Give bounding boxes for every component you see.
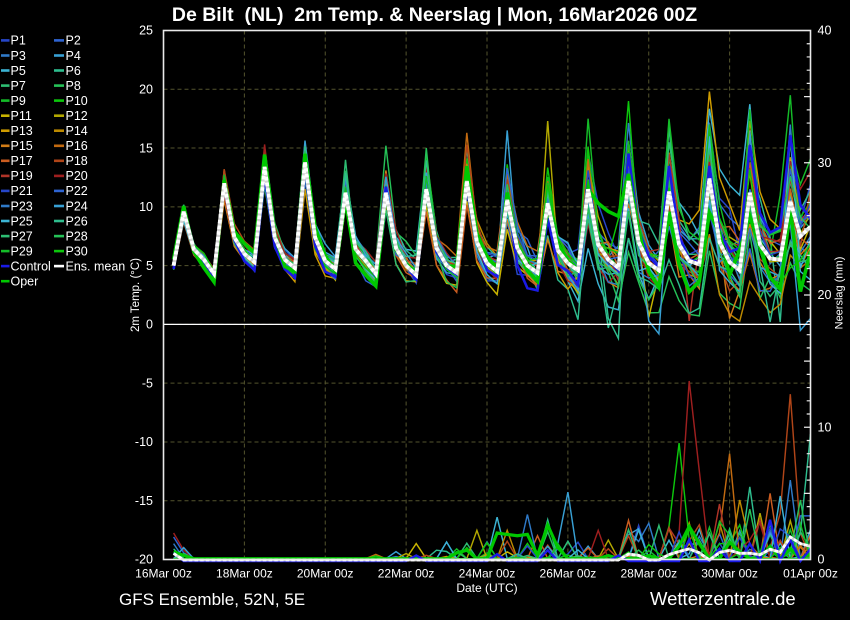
svg-text:Oper: Oper <box>11 275 39 289</box>
svg-text:Wetterzentrale.de: Wetterzentrale.de <box>650 588 796 609</box>
svg-text:Date (UTC): Date (UTC) <box>456 581 517 595</box>
svg-text:-10: -10 <box>135 435 153 449</box>
svg-text:De Bilt (NL) 2m Temp. & Neer: De Bilt (NL) 2m Temp. & Neerslag | Mon, … <box>172 4 697 26</box>
svg-text:P1: P1 <box>11 34 26 48</box>
svg-text:20: 20 <box>818 288 832 302</box>
svg-text:-5: -5 <box>142 376 153 390</box>
svg-text:P12: P12 <box>66 109 88 123</box>
svg-text:0: 0 <box>146 318 153 332</box>
svg-text:P5: P5 <box>11 64 26 78</box>
svg-text:-20: -20 <box>135 553 153 567</box>
svg-text:P7: P7 <box>11 79 26 93</box>
svg-text:GFS Ensemble, 52N, 5E: GFS Ensemble, 52N, 5E <box>119 590 305 609</box>
svg-text:P20: P20 <box>66 169 88 183</box>
svg-text:30: 30 <box>818 156 832 170</box>
svg-text:P25: P25 <box>11 214 33 228</box>
svg-text:P21: P21 <box>11 184 33 198</box>
svg-text:P18: P18 <box>66 154 88 168</box>
svg-text:P2: P2 <box>66 34 81 48</box>
svg-text:P23: P23 <box>11 199 33 213</box>
svg-text:20Mar 00z: 20Mar 00z <box>297 567 354 581</box>
svg-text:18Mar 00z: 18Mar 00z <box>216 567 273 581</box>
svg-text:15: 15 <box>139 141 153 155</box>
svg-text:P10: P10 <box>66 94 88 108</box>
svg-text:25: 25 <box>139 24 153 38</box>
svg-text:22Mar 00z: 22Mar 00z <box>378 567 435 581</box>
svg-text:2m Temp. (°C): 2m Temp. (°C) <box>130 258 142 332</box>
svg-text:P30: P30 <box>66 244 88 258</box>
svg-text:P4: P4 <box>66 49 81 63</box>
svg-text:20: 20 <box>139 83 153 97</box>
svg-text:P13: P13 <box>11 124 33 138</box>
svg-text:40: 40 <box>818 24 832 38</box>
svg-text:P16: P16 <box>66 139 88 153</box>
svg-text:26Mar 00z: 26Mar 00z <box>540 567 597 581</box>
svg-text:P11: P11 <box>11 109 32 123</box>
svg-text:P9: P9 <box>11 94 26 108</box>
svg-text:P24: P24 <box>66 199 88 213</box>
svg-text:24Mar 00z: 24Mar 00z <box>459 567 516 581</box>
svg-text:P27: P27 <box>11 229 33 243</box>
svg-text:P3: P3 <box>11 49 26 63</box>
svg-text:01Apr 00z: 01Apr 00z <box>783 567 838 581</box>
svg-text:P14: P14 <box>66 124 88 138</box>
svg-text:P28: P28 <box>66 229 88 243</box>
svg-text:28Mar 00z: 28Mar 00z <box>620 567 677 581</box>
svg-text:30Mar 00z: 30Mar 00z <box>701 567 758 581</box>
svg-text:Neerslag (mm): Neerslag (mm) <box>834 257 846 330</box>
svg-text:P8: P8 <box>66 79 81 93</box>
svg-text:10: 10 <box>139 200 153 214</box>
svg-text:P26: P26 <box>66 214 88 228</box>
svg-text:P17: P17 <box>11 154 33 168</box>
svg-text:P15: P15 <box>11 139 33 153</box>
svg-text:16Mar 00z: 16Mar 00z <box>135 567 192 581</box>
svg-text:P22: P22 <box>66 184 88 198</box>
svg-text:10: 10 <box>818 420 832 434</box>
svg-text:-15: -15 <box>135 494 153 508</box>
svg-text:0: 0 <box>818 553 825 567</box>
svg-text:P19: P19 <box>11 169 33 183</box>
svg-text:P29: P29 <box>11 244 33 258</box>
svg-text:Ens. mean: Ens. mean <box>66 259 126 273</box>
svg-text:P6: P6 <box>66 64 81 78</box>
svg-text:Control: Control <box>11 259 51 273</box>
svg-text:5: 5 <box>146 259 153 273</box>
